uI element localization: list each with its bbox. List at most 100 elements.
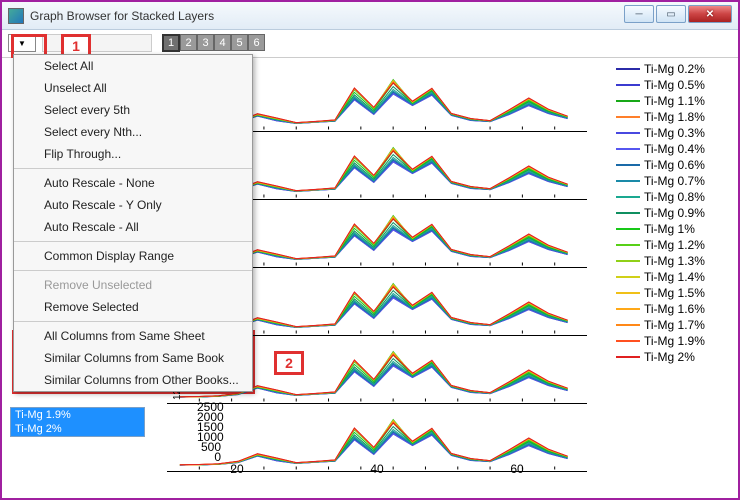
window-title: Graph Browser for Stacked Layers <box>30 9 214 23</box>
legend-entry[interactable]: Ti-Mg 1.1% <box>616 94 726 108</box>
legend-label: Ti-Mg 1.4% <box>644 270 705 284</box>
legend-label: Ti-Mg 0.4% <box>644 142 705 156</box>
legend-swatch <box>616 196 640 198</box>
page-4[interactable]: 4 <box>214 34 231 51</box>
menu-select-every-nth[interactable]: Select every Nth... <box>14 121 252 143</box>
legend-swatch <box>616 132 640 134</box>
options-menu: Select All Unselect All Select every 5th… <box>13 54 253 392</box>
legend-swatch <box>616 180 640 182</box>
legend-label: Ti-Mg 1% <box>644 222 695 236</box>
toolbar-spacer <box>42 34 152 52</box>
legend-label: Ti-Mg 0.2% <box>644 62 705 76</box>
menu-select-every-5th[interactable]: Select every 5th <box>14 99 252 121</box>
legend-label: Ti-Mg 0.9% <box>644 206 705 220</box>
menu-select-all[interactable]: Select All <box>14 55 252 77</box>
title-bar: Graph Browser for Stacked Layers <box>2 2 738 30</box>
legend-entry[interactable]: Ti-Mg 0.9% <box>616 206 726 220</box>
x-tick: 40 <box>370 462 383 476</box>
legend-entry[interactable]: Ti-Mg 1.4% <box>616 270 726 284</box>
menu-similar-columns-same-book[interactable]: Similar Columns from Same Book <box>14 347 252 369</box>
x-tick: 20 <box>230 462 243 476</box>
menu-sep-1 <box>14 168 252 169</box>
menu-sep-4 <box>14 321 252 322</box>
menu-sep-2 <box>14 241 252 242</box>
legend-entry[interactable]: Ti-Mg 1.8% <box>616 110 726 124</box>
menu-auto-rescale-y[interactable]: Auto Rescale - Y Only <box>14 194 252 216</box>
legend-entry[interactable]: Ti-Mg 0.2% <box>616 62 726 76</box>
series-list: Ti-Mg 1.9% Ti-Mg 2% <box>10 407 145 437</box>
legend-swatch <box>616 148 640 150</box>
menu-flip-through[interactable]: Flip Through... <box>14 143 252 165</box>
legend-swatch <box>616 260 640 262</box>
list-item[interactable]: Ti-Mg 2% <box>11 422 144 436</box>
legend-entry[interactable]: Ti-Mg 0.6% <box>616 158 726 172</box>
legend-label: Ti-Mg 1.1% <box>644 94 705 108</box>
legend-swatch <box>616 244 640 246</box>
legend-swatch <box>616 164 640 166</box>
list-item[interactable]: Ti-Mg 1.9% <box>11 408 144 422</box>
window-buttons <box>624 5 732 23</box>
x-tick: 60 <box>510 462 523 476</box>
menu-unselect-all[interactable]: Unselect All <box>14 77 252 99</box>
legend-label: Ti-Mg 1.2% <box>644 238 705 252</box>
legend-swatch <box>616 228 640 230</box>
menu-all-columns-same-sheet[interactable]: All Columns from Same Sheet <box>14 325 252 347</box>
legend-swatch <box>616 68 640 70</box>
page-1[interactable]: 1 <box>162 34 180 52</box>
page-3[interactable]: 3 <box>197 34 214 51</box>
legend-swatch <box>616 84 640 86</box>
legend-swatch <box>616 116 640 118</box>
page-buttons: 1 2 3 4 5 6 <box>162 34 265 52</box>
legend-label: Ti-Mg 0.5% <box>644 78 705 92</box>
legend-entry[interactable]: Ti-Mg 1.2% <box>616 238 726 252</box>
menu-remove-unselected: Remove Unselected <box>14 274 252 296</box>
legend-entry[interactable]: Ti-Mg 0.3% <box>616 126 726 140</box>
legend-swatch <box>616 212 640 214</box>
legend-entry[interactable]: Ti-Mg 1.9% <box>616 334 726 348</box>
legend-swatch <box>616 356 640 358</box>
y-axis-ticks: 2500 2000 1500 1000 500 0 <box>197 402 221 462</box>
x-axis-ticks: 20 40 60 <box>167 462 587 476</box>
legend-swatch <box>616 340 640 342</box>
menu-auto-rescale-none[interactable]: Auto Rescale - None <box>14 172 252 194</box>
legend-entry[interactable]: Ti-Mg 2% <box>616 350 726 364</box>
legend: Ti-Mg 0.2% Ti-Mg 0.5% Ti-Mg 1.1% Ti-Mg 1.8%… <box>616 62 726 364</box>
legend-label: Ti-Mg 0.6% <box>644 158 705 172</box>
legend-entry[interactable]: Ti-Mg 1.7% <box>616 318 726 332</box>
legend-swatch <box>616 100 640 102</box>
legend-label: Ti-Mg 1.7% <box>644 318 705 332</box>
legend-label: Ti-Mg 0.3% <box>644 126 705 140</box>
legend-entry[interactable]: Ti-Mg 1.3% <box>616 254 726 268</box>
legend-swatch <box>616 292 640 294</box>
legend-entry[interactable]: Ti-Mg 0.7% <box>616 174 726 188</box>
menu-similar-columns-other-books[interactable]: Similar Columns from Other Books... <box>14 369 252 391</box>
close-button[interactable] <box>688 5 732 23</box>
legend-swatch <box>616 308 640 310</box>
legend-entry[interactable]: Ti-Mg 0.4% <box>616 142 726 156</box>
legend-label: Ti-Mg 1.5% <box>644 286 705 300</box>
menu-sep-3 <box>14 270 252 271</box>
legend-entry[interactable]: Ti-Mg 0.5% <box>616 78 726 92</box>
maximize-button[interactable] <box>656 5 686 23</box>
app-icon <box>8 8 24 24</box>
minimize-button[interactable] <box>624 5 654 23</box>
legend-entry[interactable]: Ti-Mg 1% <box>616 222 726 236</box>
legend-swatch <box>616 276 640 278</box>
legend-label: Ti-Mg 1.8% <box>644 110 705 124</box>
legend-label: Ti-Mg 2% <box>644 350 695 364</box>
page-2[interactable]: 2 <box>180 34 197 51</box>
menu-auto-rescale-all[interactable]: Auto Rescale - All <box>14 216 252 238</box>
legend-label: Ti-Mg 1.3% <box>644 254 705 268</box>
legend-label: Ti-Mg 1.6% <box>644 302 705 316</box>
legend-entry[interactable]: Ti-Mg 1.5% <box>616 286 726 300</box>
legend-entry[interactable]: Ti-Mg 1.6% <box>616 302 726 316</box>
legend-label: Ti-Mg 0.8% <box>644 190 705 204</box>
legend-entry[interactable]: Ti-Mg 0.8% <box>616 190 726 204</box>
legend-label: Ti-Mg 1.9% <box>644 334 705 348</box>
menu-remove-selected[interactable]: Remove Selected <box>14 296 252 318</box>
menu-common-display-range[interactable]: Common Display Range <box>14 245 252 267</box>
legend-label: Ti-Mg 0.7% <box>644 174 705 188</box>
page-6[interactable]: 6 <box>248 34 265 51</box>
legend-swatch <box>616 324 640 326</box>
page-5[interactable]: 5 <box>231 34 248 51</box>
